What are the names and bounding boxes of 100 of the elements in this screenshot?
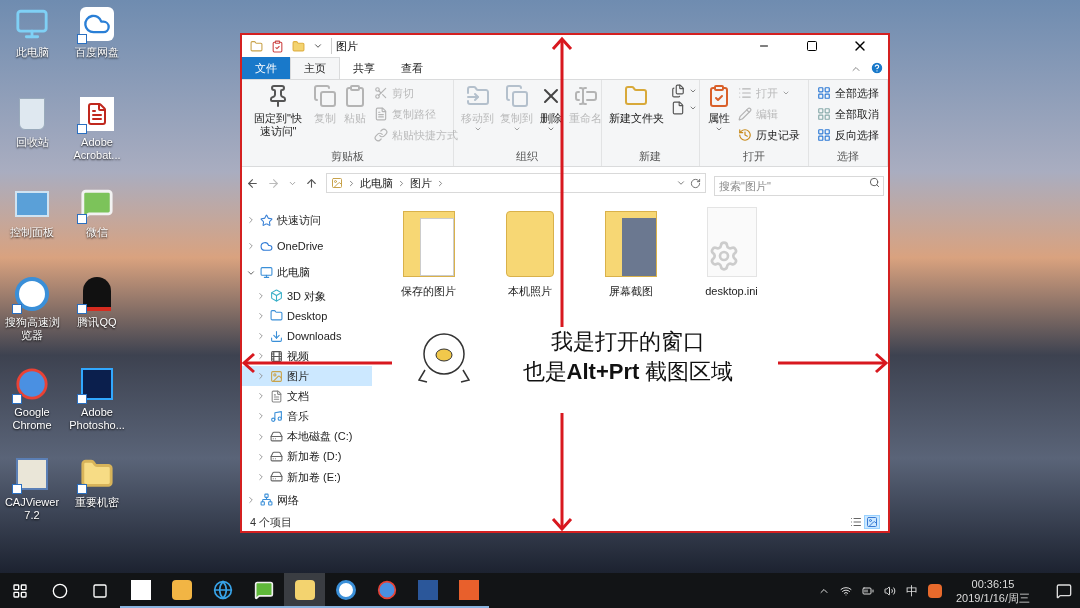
file-item[interactable]: desktop.ini bbox=[681, 205, 782, 300]
view-button[interactable] bbox=[848, 515, 864, 529]
network-icon bbox=[260, 493, 273, 507]
nav-item[interactable]: Desktop bbox=[242, 305, 372, 326]
grid-icon bbox=[817, 86, 831, 100]
help-icon[interactable] bbox=[870, 61, 884, 75]
nav-item[interactable]: 3D 对象 bbox=[242, 285, 372, 306]
desktop-shortcut[interactable]: 腾讯QQ bbox=[65, 274, 129, 356]
desktop-shortcut[interactable]: Adobe Photosho... bbox=[65, 364, 129, 446]
ribbon-tab[interactable]: 主页 bbox=[290, 57, 340, 79]
maximize-icon[interactable] bbox=[806, 40, 818, 52]
file-item[interactable]: 屏幕截图 bbox=[580, 205, 681, 300]
caret-icon bbox=[782, 89, 790, 97]
cube-icon bbox=[270, 289, 283, 303]
star-icon bbox=[260, 213, 273, 227]
clock-time: 00:36:15 bbox=[971, 576, 1015, 591]
desktop-shortcut[interactable]: 搜狗高速浏览器 bbox=[0, 274, 64, 356]
nav-item[interactable]: 新加卷 (D:) bbox=[242, 446, 372, 467]
desktop-shortcut[interactable]: CAJViewer 7.2 bbox=[0, 454, 64, 536]
caret-icon bbox=[547, 125, 556, 133]
nav-item[interactable]: 图片 bbox=[242, 366, 372, 387]
ribbon-button[interactable]: 属性 bbox=[704, 80, 734, 133]
picture-icon bbox=[866, 516, 878, 528]
battery-icon[interactable] bbox=[862, 584, 874, 597]
nav-item[interactable]: 新加卷 (E:) bbox=[242, 466, 372, 487]
caret-icon[interactable] bbox=[676, 178, 686, 188]
file-item[interactable]: 保存的图片 bbox=[378, 205, 479, 300]
group-label: 剪贴板 bbox=[330, 148, 366, 164]
chevron-right-icon bbox=[347, 178, 356, 188]
search-field[interactable]: 搜索"图片" bbox=[714, 176, 884, 196]
taskbar-app[interactable] bbox=[284, 573, 325, 608]
folder-arrow-icon bbox=[465, 84, 490, 108]
desktop-shortcut[interactable]: Google Chrome bbox=[0, 364, 64, 446]
gear-file-icon bbox=[706, 207, 757, 277]
nav-item[interactable]: Downloads bbox=[242, 325, 372, 347]
file-item[interactable]: 本机照片 bbox=[479, 205, 580, 300]
book-icon bbox=[16, 458, 48, 490]
music-icon bbox=[270, 409, 283, 423]
desktop-shortcut[interactable]: 重要机密 bbox=[65, 454, 129, 536]
wifi-icon[interactable] bbox=[840, 584, 852, 597]
ribbon-tab[interactable]: 查看 bbox=[388, 57, 436, 79]
ribbon-button[interactable]: 固定到"快速访问" bbox=[246, 80, 310, 138]
nav-item[interactable]: 快速访问 bbox=[242, 207, 372, 234]
ribbon-button[interactable] bbox=[670, 101, 697, 115]
nav-item[interactable]: OneDrive bbox=[242, 233, 372, 260]
nav-item[interactable]: 本地磁盘 (C:) bbox=[242, 426, 372, 447]
ribbon-button[interactable]: 历史记录 bbox=[738, 126, 800, 144]
ribbon-button[interactable]: 删除 bbox=[536, 80, 567, 133]
bin-icon bbox=[19, 98, 45, 130]
speaker-icon[interactable] bbox=[884, 584, 896, 597]
checklist-icon[interactable] bbox=[271, 39, 284, 53]
ribbon-button[interactable]: 全部选择 bbox=[817, 84, 879, 102]
clock[interactable]: 00:36:15 2019/1/16/周三 bbox=[952, 576, 1034, 605]
address-bar[interactable]: 此电脑 图片 bbox=[326, 173, 706, 193]
input-method-indicator[interactable]: 中 bbox=[906, 581, 918, 600]
windows-logo-icon[interactable] bbox=[12, 582, 28, 599]
chevron-right-icon[interactable] bbox=[256, 351, 266, 362]
ribbon-button[interactable]: 全部取消 bbox=[817, 105, 879, 123]
nav-item[interactable]: 此电脑 bbox=[242, 259, 372, 286]
ribbon-button[interactable] bbox=[670, 84, 697, 98]
nav-item[interactable]: 音乐 bbox=[242, 406, 372, 427]
caption-text: 我是打开的窗口 bbox=[551, 328, 705, 356]
files-icon bbox=[670, 84, 685, 98]
chevron-right-icon bbox=[397, 178, 406, 188]
notification-icon[interactable] bbox=[1056, 582, 1072, 599]
search-icon bbox=[869, 177, 880, 188]
refresh-icon[interactable] bbox=[690, 177, 701, 189]
text-cursor-icon bbox=[573, 84, 598, 108]
caret-icon[interactable] bbox=[313, 41, 323, 51]
document-icon bbox=[80, 97, 114, 131]
up-icon[interactable] bbox=[305, 176, 318, 190]
clipboard-icon bbox=[343, 84, 367, 108]
ribbon-button[interactable]: 新建文件夹 bbox=[605, 80, 667, 125]
task-view-icon[interactable] bbox=[92, 582, 108, 599]
ribbon-tab[interactable]: 文件 bbox=[242, 57, 290, 79]
checklist-icon bbox=[707, 84, 731, 108]
ribbon-tab[interactable]: 共享 bbox=[340, 57, 388, 79]
breadcrumb-item[interactable]: 图片 bbox=[410, 174, 432, 192]
monitor-icon bbox=[260, 266, 273, 280]
drive-icon bbox=[270, 430, 283, 444]
document-icon bbox=[374, 107, 388, 121]
scissors-icon bbox=[374, 86, 388, 100]
back-icon[interactable] bbox=[246, 176, 259, 190]
group-label: 选择 bbox=[836, 148, 860, 164]
nav-item[interactable]: 网络 bbox=[242, 486, 372, 514]
drive-icon bbox=[270, 450, 283, 464]
circle-icon[interactable] bbox=[52, 582, 68, 599]
s-tile-icon[interactable] bbox=[928, 583, 942, 598]
nav-item[interactable]: 视频 bbox=[242, 346, 372, 367]
nav-item[interactable]: 文档 bbox=[242, 386, 372, 407]
group-label: 组织 bbox=[515, 148, 540, 164]
drive-icon bbox=[270, 470, 283, 484]
chat-bubble-icon bbox=[253, 579, 274, 600]
grid-icon bbox=[817, 107, 831, 121]
ribbon-button[interactable]: 反向选择 bbox=[817, 126, 879, 144]
copy-icon bbox=[313, 84, 337, 108]
round-logo-icon bbox=[15, 367, 49, 401]
caret-icon bbox=[715, 125, 723, 133]
breadcrumb-item[interactable]: 此电脑 bbox=[360, 174, 393, 192]
view-button[interactable] bbox=[864, 515, 880, 529]
